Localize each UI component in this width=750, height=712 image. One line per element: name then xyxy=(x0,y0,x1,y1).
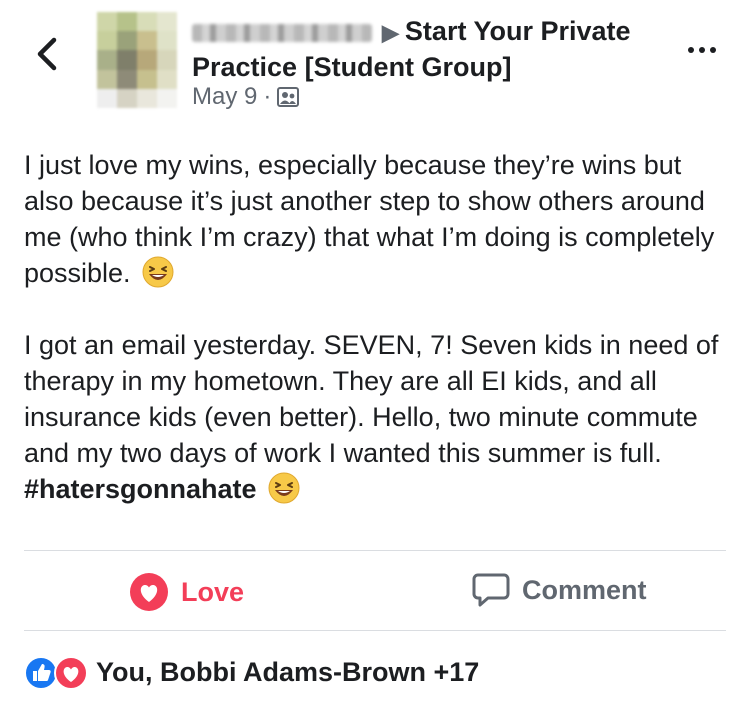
reaction-icons xyxy=(24,654,92,690)
divider xyxy=(24,630,726,631)
post-meta: May 9 · xyxy=(192,83,300,111)
reactions-text: You, Bobbi Adams-Brown +17 xyxy=(96,656,480,687)
comment-label: Comment xyxy=(522,574,647,605)
comment-button[interactable]: Comment xyxy=(472,572,647,608)
laughing-emoji-icon xyxy=(268,472,300,504)
like-reaction-icon xyxy=(24,656,58,690)
post-body: I just love my wins, especially because … xyxy=(24,147,734,507)
redacted-author-name[interactable] xyxy=(192,23,372,42)
post-header: ▶ Start Your Private Practice [Student Gr… xyxy=(192,14,672,85)
love-reaction-icon xyxy=(54,656,88,690)
avatar[interactable] xyxy=(97,12,177,108)
post-paragraph: I just love my wins, especially because … xyxy=(24,150,715,288)
comment-bubble-icon xyxy=(472,573,510,607)
hashtag-link[interactable]: #hatersgonnahate xyxy=(24,474,257,504)
more-options-icon[interactable] xyxy=(682,40,722,60)
divider xyxy=(24,550,726,551)
love-button[interactable]: Love xyxy=(129,572,244,612)
meta-separator: · xyxy=(263,83,272,110)
love-label: Love xyxy=(181,576,245,607)
love-reaction-icon xyxy=(130,573,168,611)
back-chevron-icon[interactable] xyxy=(30,34,66,74)
post-paragraph: I got an email yesterday. SEVEN, 7! Seve… xyxy=(24,330,719,504)
action-bar: Love Comment xyxy=(0,552,750,630)
triangle-arrow-icon: ▶ xyxy=(382,20,399,45)
group-privacy-icon xyxy=(277,87,300,107)
laughing-emoji-icon xyxy=(142,256,174,288)
reactions-summary[interactable]: You, Bobbi Adams-Brown +17 xyxy=(24,654,479,690)
post-date[interactable]: May 9 xyxy=(192,83,257,111)
